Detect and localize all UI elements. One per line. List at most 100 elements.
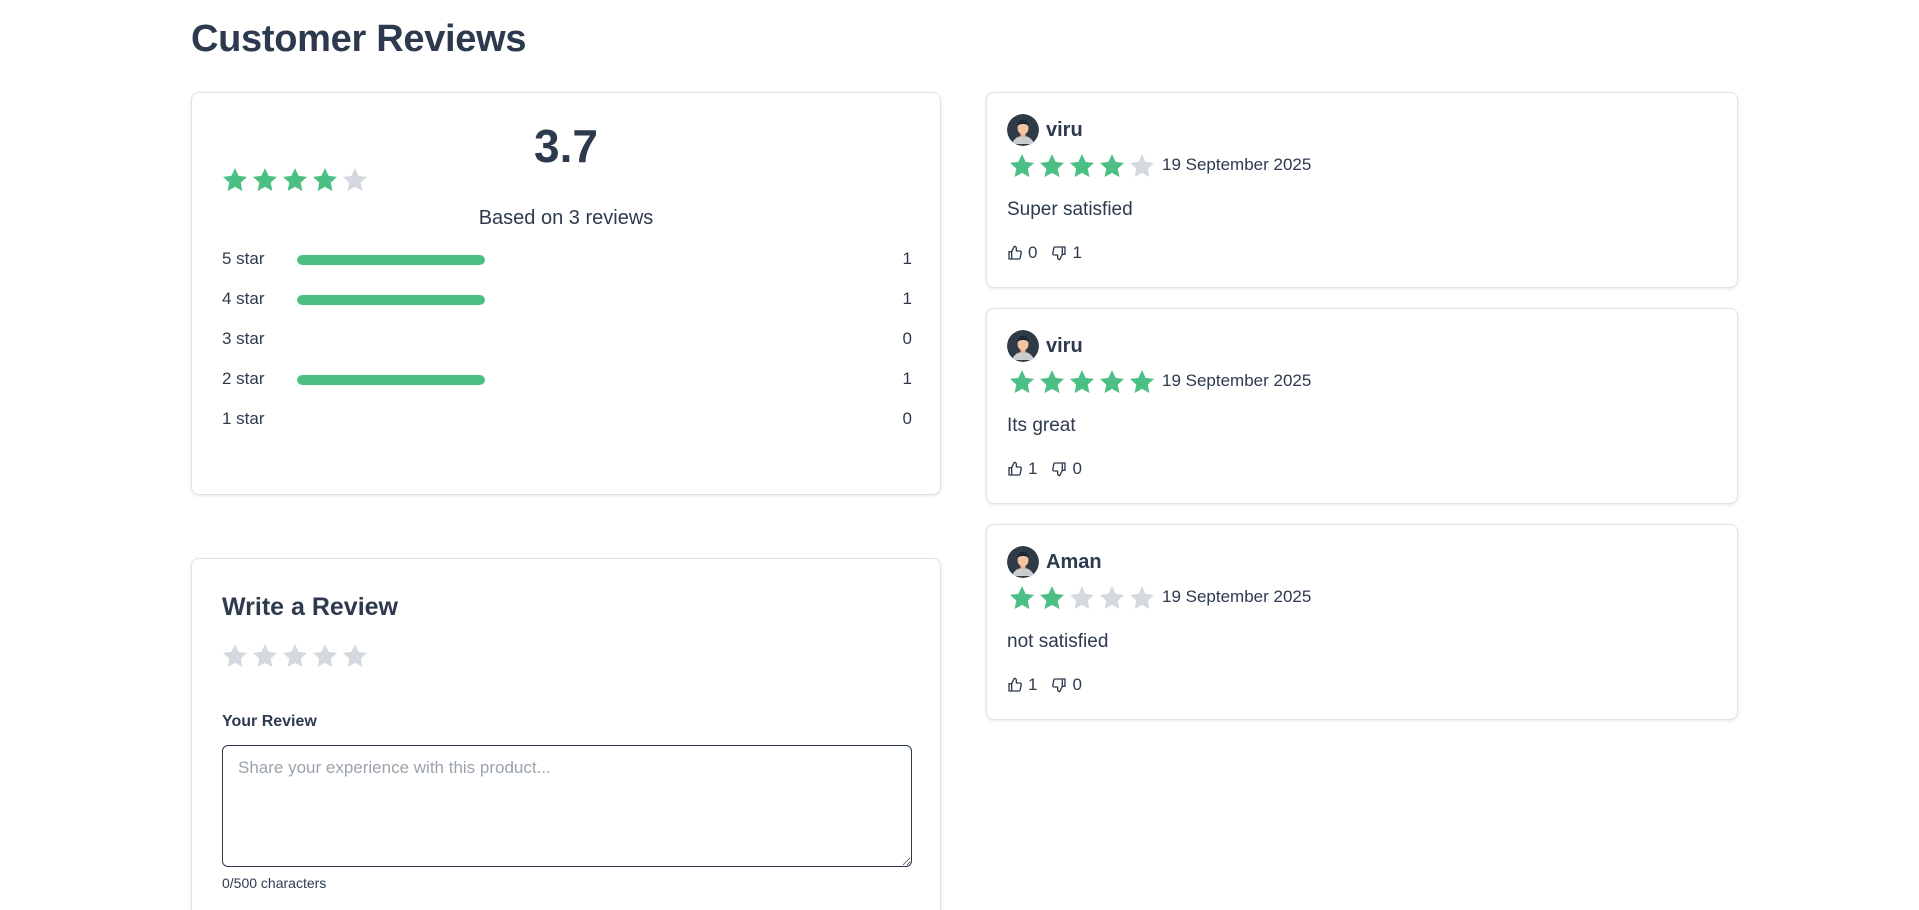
review-date: 19 September 2025 bbox=[1162, 371, 1312, 390]
dislike-count: 0 bbox=[1072, 675, 1082, 694]
distribution-bar bbox=[297, 415, 485, 425]
star-icon bbox=[1097, 367, 1127, 397]
like-count: 1 bbox=[1028, 675, 1038, 694]
review-text: Super satisfied bbox=[1007, 199, 1133, 220]
distribution-fill bbox=[297, 375, 485, 385]
star-icon bbox=[1097, 583, 1127, 613]
dislike-button[interactable]: 1 bbox=[1051, 243, 1082, 263]
star-icon bbox=[1037, 151, 1067, 181]
star-icon bbox=[1127, 583, 1157, 613]
review-card: Aman 19 September 2025 not satisfied 1 0 bbox=[986, 524, 1738, 720]
dislike-count: 0 bbox=[1072, 459, 1082, 478]
review-header: Aman bbox=[1007, 546, 1102, 578]
star-icon bbox=[250, 165, 280, 195]
character-count: 0/500 characters bbox=[222, 875, 327, 891]
distribution-bar bbox=[297, 255, 485, 265]
review-votes: 1 0 bbox=[1007, 675, 1096, 695]
distribution-label: 2 star bbox=[222, 369, 265, 388]
page-title: Customer Reviews bbox=[191, 18, 527, 60]
star-icon[interactable] bbox=[220, 641, 250, 671]
thumbs-down-icon bbox=[1051, 245, 1072, 261]
dislike-count: 1 bbox=[1072, 243, 1082, 262]
review-card: viru 19 September 2025 Super satisfied 0… bbox=[986, 92, 1738, 288]
like-button[interactable]: 1 bbox=[1007, 459, 1037, 479]
distribution-label: 5 star bbox=[222, 249, 265, 268]
star-icon bbox=[1067, 583, 1097, 613]
star-icon bbox=[1067, 151, 1097, 181]
distribution-bar bbox=[297, 375, 485, 385]
review-votes: 0 1 bbox=[1007, 243, 1096, 263]
star-icon bbox=[1067, 367, 1097, 397]
distribution-row-3: 3 star 0 bbox=[222, 327, 912, 351]
review-header: viru bbox=[1007, 330, 1083, 362]
star-icon[interactable] bbox=[310, 641, 340, 671]
distribution-row-1: 1 star 0 bbox=[222, 407, 912, 431]
thumbs-up-icon bbox=[1007, 245, 1028, 261]
avatar bbox=[1007, 114, 1039, 146]
like-count: 1 bbox=[1028, 459, 1038, 478]
distribution-bar bbox=[297, 295, 485, 305]
star-icon bbox=[310, 165, 340, 195]
review-header: viru bbox=[1007, 114, 1083, 146]
star-icon[interactable] bbox=[250, 641, 280, 671]
star-icon bbox=[1127, 367, 1157, 397]
review-textarea[interactable] bbox=[222, 745, 912, 867]
write-review-title: Write a Review bbox=[222, 593, 399, 621]
thumbs-down-icon bbox=[1051, 677, 1072, 693]
star-icon bbox=[1097, 151, 1127, 181]
average-stars bbox=[220, 165, 370, 195]
review-text: not satisfied bbox=[1007, 631, 1109, 652]
review-votes: 1 0 bbox=[1007, 459, 1096, 479]
distribution-count: 1 bbox=[902, 249, 912, 268]
distribution-count: 1 bbox=[902, 369, 912, 388]
distribution-row-5: 5 star 1 bbox=[222, 247, 912, 271]
star-icon bbox=[1007, 367, 1037, 397]
review-date: 19 September 2025 bbox=[1162, 155, 1312, 174]
distribution-row-2: 2 star 1 bbox=[222, 367, 912, 391]
star-icon bbox=[1007, 151, 1037, 181]
review-card: viru 19 September 2025 Its great 1 0 bbox=[986, 308, 1738, 504]
distribution-bar bbox=[297, 335, 485, 345]
dislike-button[interactable]: 0 bbox=[1051, 675, 1082, 695]
avatar bbox=[1007, 330, 1039, 362]
star-icon bbox=[1037, 367, 1067, 397]
review-stars bbox=[1007, 583, 1157, 613]
star-icon bbox=[1007, 583, 1037, 613]
review-stars bbox=[1007, 367, 1157, 397]
distribution-fill bbox=[297, 255, 485, 265]
rating-input[interactable] bbox=[220, 641, 370, 671]
distribution-count: 0 bbox=[902, 329, 912, 348]
review-count-text: Based on 3 reviews bbox=[478, 207, 654, 229]
star-icon[interactable] bbox=[280, 641, 310, 671]
review-date: 19 September 2025 bbox=[1162, 587, 1312, 606]
thumbs-up-icon bbox=[1007, 677, 1028, 693]
thumbs-down-icon bbox=[1051, 461, 1072, 477]
dislike-button[interactable]: 0 bbox=[1051, 459, 1082, 479]
star-icon[interactable] bbox=[340, 641, 370, 671]
distribution-label: 4 star bbox=[222, 289, 265, 308]
avatar bbox=[1007, 546, 1039, 578]
star-icon bbox=[1127, 151, 1157, 181]
reviewer-name: Aman bbox=[1046, 550, 1102, 573]
distribution-row-4: 4 star 1 bbox=[222, 287, 912, 311]
review-field-label: Your Review bbox=[222, 713, 317, 730]
star-icon bbox=[340, 165, 370, 195]
distribution-count: 1 bbox=[902, 289, 912, 308]
review-text: Its great bbox=[1007, 415, 1076, 436]
rating-summary-card: 3.7 Based on 3 reviews 5 star 1 4 star 1… bbox=[191, 92, 941, 495]
reviewer-name: viru bbox=[1046, 118, 1083, 141]
star-icon bbox=[220, 165, 250, 195]
thumbs-up-icon bbox=[1007, 461, 1028, 477]
like-count: 0 bbox=[1028, 243, 1038, 262]
review-stars bbox=[1007, 151, 1157, 181]
star-icon bbox=[280, 165, 310, 195]
write-review-card: Write a Review Your Review 0/500 charact… bbox=[191, 558, 941, 910]
distribution-label: 3 star bbox=[222, 329, 265, 348]
like-button[interactable]: 0 bbox=[1007, 243, 1037, 263]
like-button[interactable]: 1 bbox=[1007, 675, 1037, 695]
distribution-label: 1 star bbox=[222, 409, 265, 428]
reviewer-name: viru bbox=[1046, 334, 1083, 357]
distribution-fill bbox=[297, 295, 485, 305]
distribution-count: 0 bbox=[902, 409, 912, 428]
star-icon bbox=[1037, 583, 1067, 613]
